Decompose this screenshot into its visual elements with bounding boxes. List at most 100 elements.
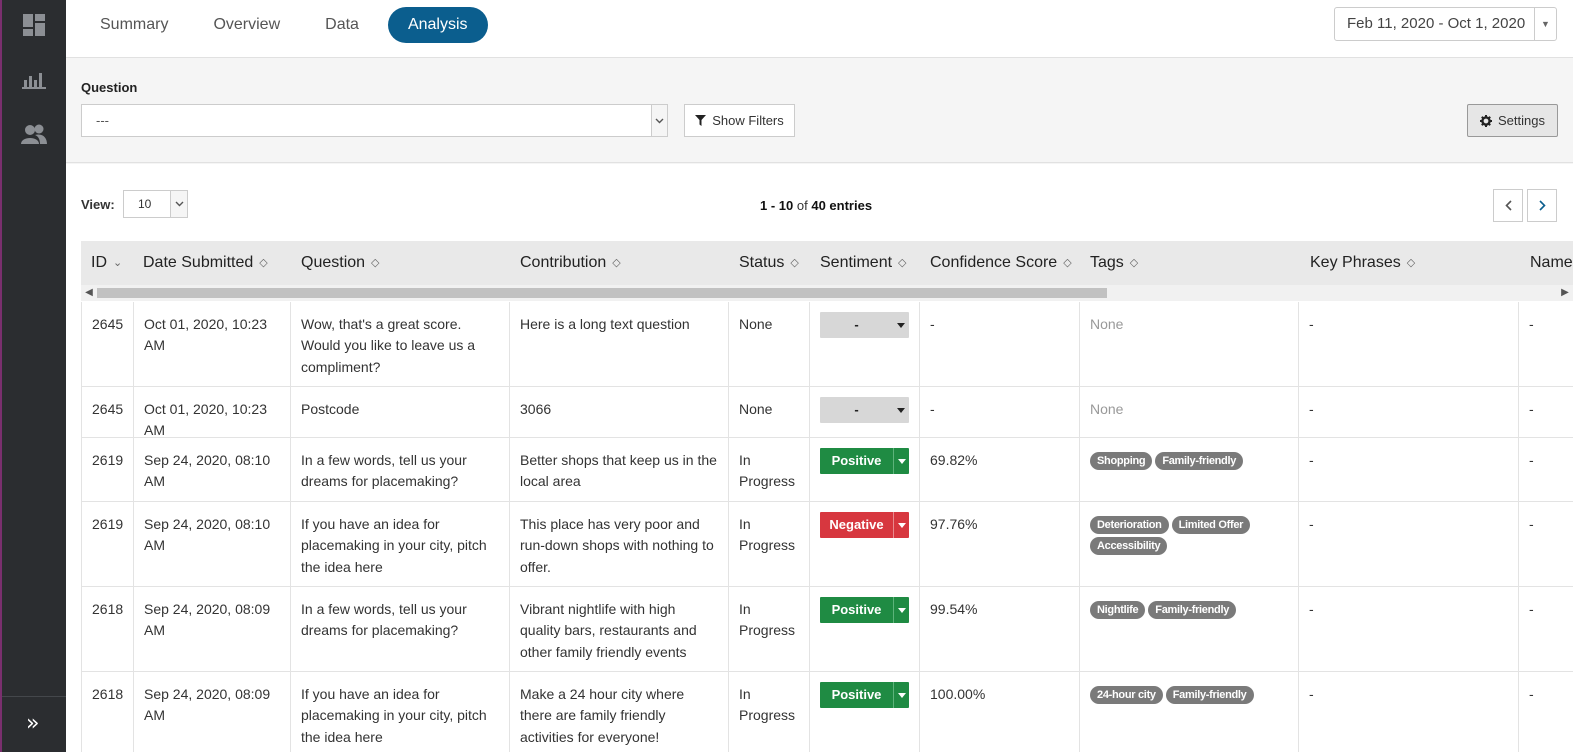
dashboard-icon[interactable] bbox=[20, 11, 48, 39]
tag-badge[interactable]: Accessibility bbox=[1090, 537, 1168, 555]
cell-status: In Progress bbox=[728, 672, 809, 752]
sentiment-label: Positive bbox=[831, 602, 882, 617]
cell-key-phrases: - bbox=[1298, 387, 1518, 437]
cell-sentiment: - bbox=[809, 302, 919, 386]
show-filters-label: Show Filters bbox=[712, 113, 784, 128]
sort-icon: ◇ bbox=[1406, 257, 1416, 269]
tab-summary[interactable]: Summary bbox=[84, 7, 184, 43]
sentiment-dropdown[interactable]: - bbox=[820, 397, 909, 423]
sentiment-dropdown[interactable]: - bbox=[820, 312, 909, 338]
next-page-button[interactable] bbox=[1527, 189, 1557, 222]
column-header-label: ID bbox=[91, 254, 107, 272]
cell-confidence: 100.00% bbox=[919, 672, 1079, 752]
settings-button[interactable]: Settings bbox=[1467, 104, 1558, 137]
date-range-select[interactable]: Feb 11, 2020 - Oct 1, 2020 ▼ bbox=[1334, 7, 1557, 41]
entries-of: of bbox=[796, 198, 808, 213]
column-header-tags[interactable]: Tags ◇ bbox=[1090, 241, 1138, 285]
question-select[interactable]: --- bbox=[81, 104, 668, 137]
cell-name: - bbox=[1518, 302, 1573, 386]
tag-badge[interactable]: Family-friendly bbox=[1165, 686, 1254, 704]
column-header-date[interactable]: Date Submitted ◇ bbox=[143, 241, 268, 285]
column-header-label: Sentiment bbox=[820, 254, 893, 272]
cell-status: In Progress bbox=[728, 587, 809, 671]
chevron-left-icon bbox=[1504, 200, 1512, 211]
tag-badge[interactable]: Family-friendly bbox=[1148, 601, 1237, 619]
column-header-contribution[interactable]: Contribution ◇ bbox=[520, 241, 621, 285]
sort-icon: ◇ bbox=[259, 257, 268, 269]
cell-key-phrases: - bbox=[1298, 502, 1518, 586]
show-filters-button[interactable]: Show Filters bbox=[684, 104, 795, 137]
sentiment-dropdown[interactable]: Negative bbox=[820, 512, 909, 538]
table-row[interactable]: 2645 Oct 01, 2020, 10:23 AM Wow, that's a … bbox=[81, 302, 1573, 387]
column-header-label: Key Phrases bbox=[1310, 254, 1401, 272]
cell-status: In Progress bbox=[728, 438, 809, 501]
tag-badge[interactable]: Deterioration bbox=[1090, 516, 1169, 534]
tab-overview[interactable]: Overview bbox=[197, 7, 296, 43]
column-header-label: Confidence Score bbox=[930, 254, 1058, 272]
cell-tags: 24-hour city Family-friendly bbox=[1079, 672, 1298, 752]
tag-badge[interactable]: Family-friendly bbox=[1155, 452, 1244, 470]
column-header-key-phrases[interactable]: Key Phrases ◇ bbox=[1310, 241, 1415, 285]
column-header-confidence[interactable]: Confidence Score ◇ bbox=[930, 241, 1072, 285]
table-row[interactable]: 2618 Sep 24, 2020, 08:09 AM In a few words… bbox=[81, 587, 1573, 672]
gear-icon bbox=[1480, 114, 1492, 127]
tag-badge[interactable]: Limited Offer bbox=[1171, 516, 1251, 534]
table-row[interactable]: 2645 Oct 01, 2020, 10:23 AM Postcode 3066 No… bbox=[81, 387, 1573, 438]
cell-date: Sep 24, 2020, 08:09 AM bbox=[133, 672, 290, 752]
table-row[interactable]: 2619 Sep 24, 2020, 08:10 AM If you have an… bbox=[81, 502, 1573, 587]
table-row[interactable]: 2619 Sep 24, 2020, 08:10 AM In a few words… bbox=[81, 438, 1573, 502]
tag-list: Shopping Family-friendly bbox=[1090, 452, 1288, 470]
users-icon[interactable] bbox=[20, 120, 48, 148]
expand-sidebar-icon[interactable]: » bbox=[26, 712, 39, 736]
tab-analysis[interactable]: Analysis bbox=[387, 7, 488, 43]
column-header-id[interactable]: ID ⌄ bbox=[91, 241, 122, 285]
chevron-down-icon bbox=[170, 191, 187, 217]
sentiment-dropdown[interactable]: Positive bbox=[820, 597, 909, 623]
table-header: ID ⌄ Date Submitted ◇ Question ◇ Contributi… bbox=[81, 241, 1573, 285]
column-header-sentiment[interactable]: Sentiment ◇ bbox=[820, 241, 907, 285]
sentiment-dropdown[interactable]: Positive bbox=[820, 682, 909, 708]
column-header-name[interactable]: Name bbox=[1530, 241, 1573, 285]
horizontal-scrollbar[interactable]: ◀ ▶ bbox=[81, 285, 1573, 301]
tab-data[interactable]: Data bbox=[309, 7, 375, 43]
cell-sentiment: Positive bbox=[809, 587, 919, 671]
column-header-question[interactable]: Question ◇ bbox=[301, 241, 380, 285]
sidebar-divider bbox=[2, 696, 66, 697]
scroll-right-icon[interactable]: ▶ bbox=[1557, 285, 1573, 301]
column-header-label: Tags bbox=[1090, 254, 1124, 272]
cell-name: - bbox=[1518, 438, 1573, 501]
bar-chart-icon[interactable] bbox=[20, 66, 48, 94]
sentiment-label: Positive bbox=[831, 687, 882, 702]
cell-status: None bbox=[728, 387, 809, 437]
page-size-select[interactable]: 10 bbox=[123, 190, 188, 218]
cell-confidence: 97.76% bbox=[919, 502, 1079, 586]
cell-name: - bbox=[1518, 672, 1573, 752]
tag-list: 24-hour city Family-friendly bbox=[1090, 686, 1288, 704]
tag-badge[interactable]: Nightlife bbox=[1090, 601, 1146, 619]
caret-down-icon bbox=[893, 597, 909, 623]
tag-badge[interactable]: 24-hour city bbox=[1090, 686, 1163, 704]
pagination bbox=[1493, 189, 1557, 222]
tag-badge[interactable]: Shopping bbox=[1090, 452, 1153, 470]
prev-page-button[interactable] bbox=[1493, 189, 1523, 222]
caret-down-icon bbox=[893, 682, 909, 708]
sort-icon: ◇ bbox=[1063, 257, 1072, 269]
chevron-down-icon bbox=[651, 105, 667, 136]
sentiment-label: - bbox=[854, 402, 859, 417]
column-header-status[interactable]: Status ◇ bbox=[739, 241, 799, 285]
table-row[interactable]: 2618 Sep 24, 2020, 08:09 AM If you have an… bbox=[81, 672, 1573, 752]
cell-name: - bbox=[1518, 587, 1573, 671]
cell-id: 2645 bbox=[81, 387, 133, 437]
sentiment-dropdown[interactable]: Positive bbox=[820, 448, 909, 474]
entries-count: 1 - 10 of 40 entries bbox=[760, 198, 872, 213]
caret-down-icon: ▼ bbox=[1534, 8, 1556, 40]
scrollbar-thumb[interactable] bbox=[97, 288, 1107, 298]
question-label: Question bbox=[81, 80, 138, 95]
scroll-left-icon[interactable]: ◀ bbox=[81, 285, 97, 301]
cell-contribution: Make a 24 hour city where there are fami… bbox=[509, 672, 728, 752]
column-header-label: Question bbox=[301, 254, 366, 272]
cell-contribution: Here is a long text question bbox=[509, 302, 728, 386]
cell-contribution: This place has very poor and run-down sh… bbox=[509, 502, 728, 586]
tab-bar: Summary Overview Data Analysis bbox=[84, 7, 488, 43]
cell-contribution: Vibrant nightlife with high quality bars… bbox=[509, 587, 728, 671]
